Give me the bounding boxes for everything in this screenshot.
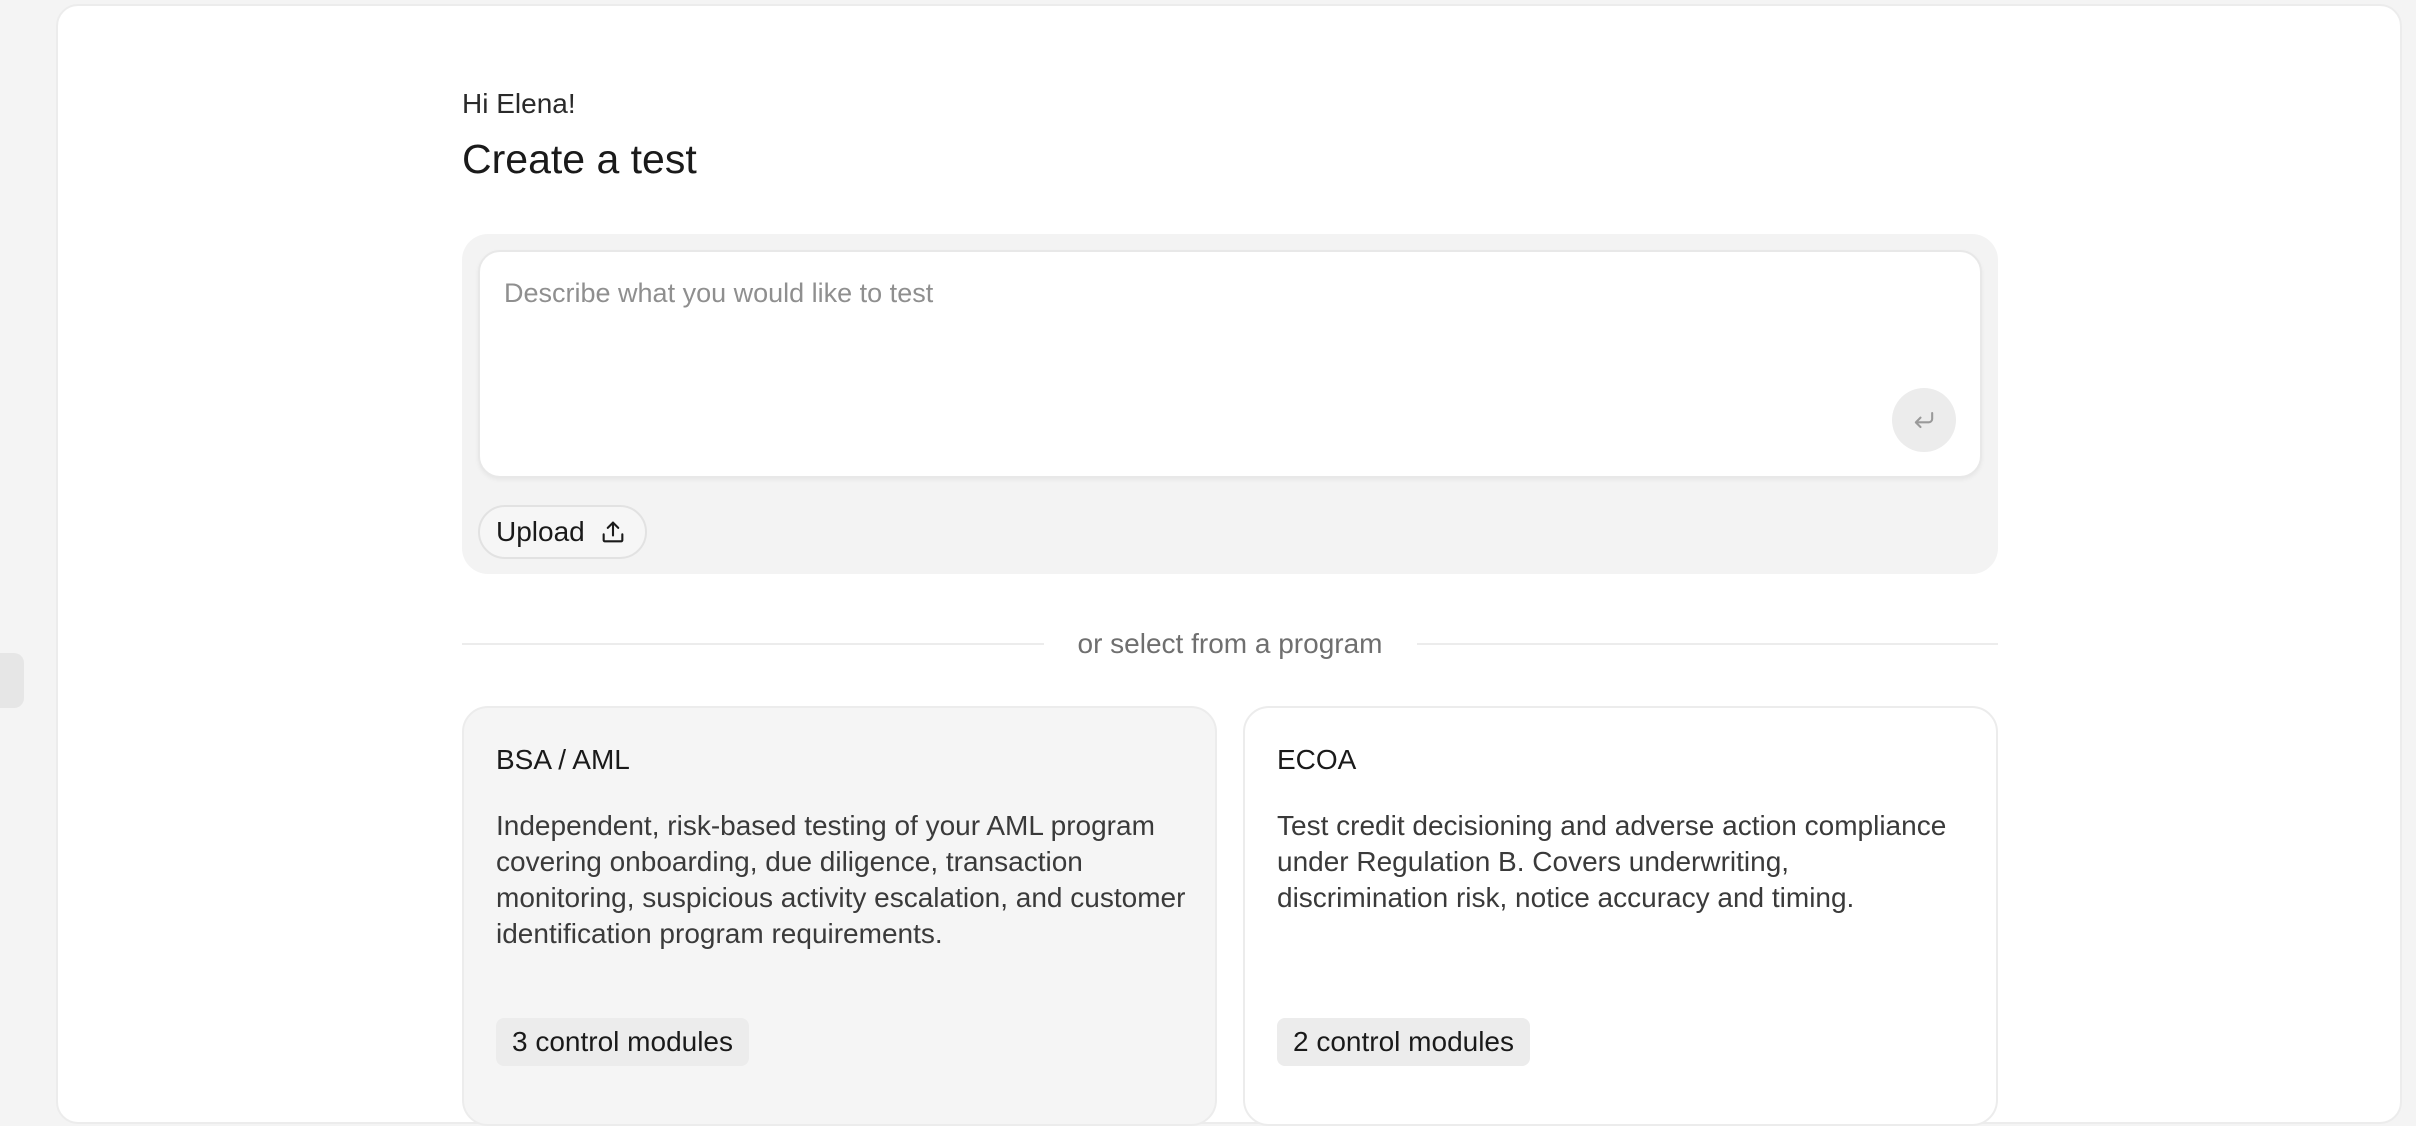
- program-description: Independent, risk-based testing of your …: [496, 810, 1186, 949]
- divider-label: or select from a program: [1077, 628, 1383, 659]
- upload-button[interactable]: Upload: [478, 505, 647, 559]
- prompt-box: [478, 250, 1982, 478]
- enter-icon: [1914, 411, 1934, 429]
- program-title: ECOA: [1277, 744, 1357, 775]
- test-description-input[interactable]: [480, 252, 1980, 476]
- upload-icon: [602, 521, 624, 543]
- program-title: BSA / AML: [496, 744, 630, 775]
- control-modules-badge: 3 control modules: [496, 1018, 750, 1066]
- page-title: Create a test: [462, 136, 697, 182]
- program-card-ecoa[interactable]: ECOA Test credit decisioning and adverse…: [1243, 706, 1998, 1126]
- submit-button[interactable]: [1892, 388, 1956, 452]
- program-description: Test credit decisioning and adverse acti…: [1277, 810, 1947, 913]
- divider-line-left: [462, 643, 1044, 645]
- divider-line-right: [1416, 643, 1998, 645]
- program-list: BSA / AML Independent, risk-based testin…: [462, 706, 1998, 1126]
- sidebar-toggle-handle[interactable]: [0, 653, 24, 708]
- test-composer: Upload: [462, 234, 1998, 574]
- greeting: Hi Elena!: [462, 88, 576, 119]
- create-test-content: Hi Elena! Create a test Upload: [462, 86, 1998, 1126]
- upload-label: Upload: [496, 516, 585, 547]
- program-card-bsa-aml[interactable]: BSA / AML Independent, risk-based testin…: [462, 706, 1217, 1126]
- main-panel: Hi Elena! Create a test Upload: [56, 4, 2402, 1126]
- control-modules-badge: 2 control modules: [1277, 1018, 1531, 1066]
- program-divider: or select from a program: [462, 626, 1998, 662]
